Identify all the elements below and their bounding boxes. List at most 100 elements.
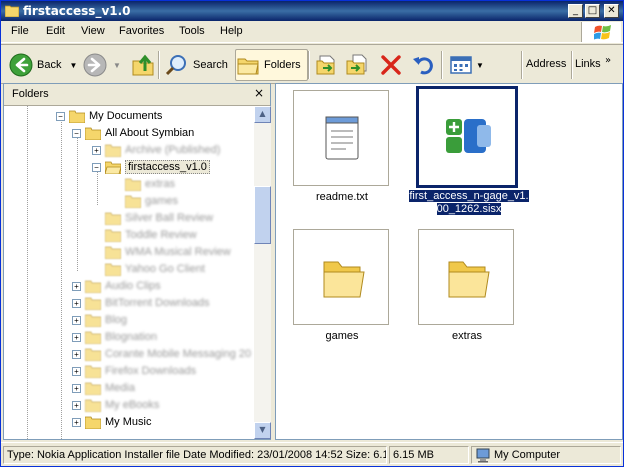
tree-item-label: Media xyxy=(105,382,135,394)
tree-item-bittorrent[interactable]: + BitTorrent Downloads xyxy=(72,295,210,311)
folders-button[interactable]: Folders xyxy=(235,49,308,81)
file-name-extras[interactable]: extras xyxy=(397,330,537,343)
move-to-button[interactable] xyxy=(315,49,339,81)
menu-file[interactable]: File xyxy=(11,25,29,37)
links-chevron-icon[interactable]: » xyxy=(605,55,611,66)
file-thumbnail-sisx[interactable] xyxy=(416,86,518,188)
menu-view[interactable]: View xyxy=(81,25,105,37)
tree-item-label: Firefox Downloads xyxy=(105,365,197,377)
tree-item-wma[interactable]: WMA Musical Review xyxy=(105,244,231,260)
tree-item-blognation[interactable]: + Blognation xyxy=(72,329,157,345)
status-zone: My Computer xyxy=(471,446,621,464)
tree-item-games[interactable]: games xyxy=(125,193,178,209)
collapse-toggle[interactable]: − xyxy=(72,128,81,138)
expand-toggle[interactable]: + xyxy=(72,332,81,342)
expand-toggle[interactable]: + xyxy=(72,383,81,393)
copy-to-button[interactable] xyxy=(345,49,369,81)
scroll-thumb[interactable] xyxy=(254,186,271,244)
tree-item-firefox-downloads[interactable]: + Firefox Downloads xyxy=(72,363,196,379)
expand-toggle[interactable]: + xyxy=(72,281,81,291)
search-button[interactable]: Search xyxy=(165,49,228,81)
scroll-down-button[interactable]: ▼ xyxy=(254,422,271,439)
tree-item-yahoo-go[interactable]: Yahoo Go Client xyxy=(105,261,205,277)
status-file-size: 6.15 MB xyxy=(389,446,469,464)
views-dropdown-icon[interactable]: ▼ xyxy=(476,61,484,70)
tree-item-audio-clips[interactable]: + Audio Clips xyxy=(72,278,161,294)
menu-tools[interactable]: Tools xyxy=(179,25,205,37)
folder-icon xyxy=(85,331,101,344)
expand-toggle[interactable]: + xyxy=(72,417,81,427)
tree-item-blog[interactable]: + Blog xyxy=(72,312,127,328)
forward-dropdown-icon[interactable]: ▼ xyxy=(113,61,121,70)
views-icon xyxy=(450,56,472,74)
expand-toggle[interactable]: + xyxy=(92,145,101,155)
status-zone-label: My Computer xyxy=(494,449,561,461)
forward-button[interactable]: ▼ xyxy=(83,49,121,81)
folder-icon xyxy=(85,399,101,412)
status-file-info: Type: Nokia Application Installer file D… xyxy=(3,446,387,464)
views-button[interactable]: ▼ xyxy=(449,49,484,81)
tree-item-label: My Music xyxy=(105,416,152,428)
collapse-toggle[interactable]: − xyxy=(92,162,101,172)
file-thumbnail-readme[interactable] xyxy=(293,90,389,186)
delete-button[interactable] xyxy=(379,49,403,81)
back-button[interactable]: Back ▼ xyxy=(9,49,77,81)
expand-toggle[interactable]: + xyxy=(72,400,81,410)
tree-item-firstaccess[interactable]: − firstaccess_v1.0 xyxy=(92,159,210,175)
folder-tree-scrollbar[interactable]: ▲ ▼ xyxy=(254,106,271,439)
tree-item-label: Toddle Review xyxy=(125,229,197,241)
folder-icon xyxy=(85,297,101,310)
tree-item-my-documents[interactable]: − My Documents xyxy=(56,108,162,124)
minimize-button[interactable]: _ xyxy=(568,4,583,18)
menu-help[interactable]: Help xyxy=(220,25,243,37)
tree-item-label: Audio Clips xyxy=(105,280,161,292)
expand-toggle[interactable]: + xyxy=(72,298,81,308)
menu-edit[interactable]: Edit xyxy=(46,25,65,37)
tree-item-archive[interactable]: + Archive (Published) xyxy=(92,142,220,158)
folders-pane-close-icon[interactable]: × xyxy=(252,87,266,101)
file-name-sisx[interactable]: first_access_n-gage_v1. 00_1262.sisx xyxy=(399,190,539,216)
copy-to-icon xyxy=(346,54,367,75)
expand-toggle[interactable]: + xyxy=(72,349,81,359)
up-folder-button[interactable] xyxy=(131,49,155,81)
tree-item-my-ebooks[interactable]: + My eBooks xyxy=(72,397,159,413)
folders-pane-header: Folders × xyxy=(4,84,270,106)
back-dropdown-icon[interactable]: ▼ xyxy=(69,61,77,70)
tree-item-toddle[interactable]: Toddle Review xyxy=(105,227,197,243)
address-label[interactable]: Address xyxy=(526,58,566,70)
file-thumbnail-extras[interactable] xyxy=(418,229,514,325)
expand-toggle[interactable]: + xyxy=(72,315,81,325)
my-computer-icon xyxy=(476,448,490,463)
tree-item-media[interactable]: + Media xyxy=(72,380,135,396)
tree-item-label: Blognation xyxy=(105,331,157,343)
file-name-games[interactable]: games xyxy=(272,330,412,343)
back-arrow-icon xyxy=(9,53,33,77)
maximize-button[interactable]: □ xyxy=(585,4,600,18)
tree-item-all-about-symbian[interactable]: − All About Symbian xyxy=(72,125,194,141)
tree-item-silver-ball[interactable]: Silver Ball Review xyxy=(105,210,213,226)
scroll-up-button[interactable]: ▲ xyxy=(254,106,271,123)
search-label: Search xyxy=(193,59,228,71)
title-bar[interactable]: firstaccess_v1.0 _ □ ✕ xyxy=(1,1,623,21)
file-name-readme[interactable]: readme.txt xyxy=(272,191,412,204)
folder-icon xyxy=(69,110,85,123)
explorer-window: firstaccess_v1.0 _ □ ✕ File Edit View Fa… xyxy=(0,0,624,467)
folder-icon xyxy=(125,178,141,191)
tree-item-label: games xyxy=(145,195,179,207)
folder-icon xyxy=(105,263,121,276)
collapse-toggle[interactable]: − xyxy=(56,111,65,121)
file-thumbnail-games[interactable] xyxy=(293,229,389,325)
expand-toggle[interactable]: + xyxy=(72,366,81,376)
tree-item-label: My Documents xyxy=(89,110,163,122)
tree-item-corante[interactable]: + Corante Mobile Messaging 20 xyxy=(72,346,251,362)
close-button[interactable]: ✕ xyxy=(604,4,619,18)
file-list-pane[interactable]: readme.txt first_access_n-gage_v1. 00_12… xyxy=(275,83,623,440)
tree-item-my-music[interactable]: + My Music xyxy=(72,414,151,430)
undo-button[interactable] xyxy=(411,49,435,81)
notepad-icon xyxy=(325,116,359,160)
menu-favorites[interactable]: Favorites xyxy=(119,25,164,37)
links-label[interactable]: Links xyxy=(575,58,601,70)
folder-icon xyxy=(85,382,101,395)
tree-item-extras[interactable]: extras xyxy=(125,176,175,192)
folder-tree[interactable]: − My Documents − All About Symbian + Arc… xyxy=(4,106,254,439)
